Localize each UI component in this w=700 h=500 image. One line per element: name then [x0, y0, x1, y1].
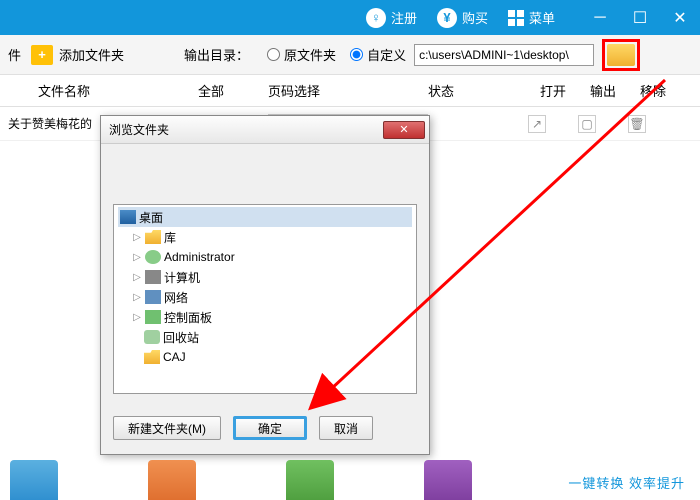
table-header: 文件名称 全部 页码选择 状态 打开 输出 移除	[0, 75, 700, 107]
library-icon	[145, 230, 161, 244]
toolbar: 件 + 添加文件夹 输出目录： 原文件夹 自定义	[0, 35, 700, 75]
radio-custom[interactable]	[350, 48, 363, 61]
category-icon-3[interactable]	[286, 460, 334, 500]
expand-icon[interactable]: ▷	[132, 272, 142, 283]
user-icon: ♀	[366, 8, 386, 28]
slogan-text: 一键转换 效率提升	[568, 473, 685, 492]
minimize-button[interactable]: ─	[580, 0, 620, 35]
grid-icon	[508, 10, 524, 26]
tree-admin[interactable]: ▷Administrator	[118, 247, 412, 267]
network-icon	[145, 290, 161, 304]
tree-recycle[interactable]: 回收站	[118, 327, 412, 347]
trash-icon[interactable]: 🗑	[628, 115, 646, 133]
category-icon-2[interactable]	[148, 460, 196, 500]
cancel-button[interactable]: 取消	[319, 416, 373, 440]
browse-folder-dialog: 浏览文件夹 ✕ 桌面 ▷库 ▷Administrator ▷计算机 ▷网络 ▷控…	[100, 115, 430, 455]
menu-button[interactable]: 菜单	[498, 0, 565, 35]
output-dir-label: 输出目录：	[184, 45, 249, 64]
col-remove: 移除	[628, 81, 678, 100]
buy-label: 购买	[462, 8, 488, 27]
computer-icon	[145, 270, 161, 284]
window-controls: ─ ☐ ✕	[580, 0, 700, 35]
dialog-close-button[interactable]: ✕	[383, 121, 425, 139]
dialog-title-text: 浏览文件夹	[109, 121, 169, 138]
category-icon-1[interactable]	[10, 460, 58, 500]
col-all: 全部	[198, 81, 268, 100]
desktop-icon	[120, 210, 136, 224]
radio-custom-label: 自定义	[367, 45, 406, 64]
tree-desktop[interactable]: 桌面	[118, 207, 412, 227]
menu-label: 菜单	[529, 8, 555, 27]
new-folder-button[interactable]: 新建文件夹(M)	[113, 416, 221, 440]
expand-icon[interactable]: ▷	[132, 312, 142, 323]
expand-icon[interactable]: ▷	[132, 292, 142, 303]
close-window-button[interactable]: ✕	[660, 0, 700, 35]
maximize-button[interactable]: ☐	[620, 0, 660, 35]
expand-icon[interactable]: ▷	[132, 232, 142, 243]
dialog-body: 桌面 ▷库 ▷Administrator ▷计算机 ▷网络 ▷控制面板 回收站 …	[101, 144, 429, 406]
tree-control[interactable]: ▷控制面板	[118, 307, 412, 327]
add-folder-label[interactable]: 添加文件夹	[59, 45, 124, 64]
open-icon[interactable]: ↗	[528, 115, 546, 133]
recycle-icon	[144, 330, 160, 344]
browse-button-highlight	[602, 39, 640, 71]
radio-original[interactable]	[267, 48, 280, 61]
output-icon[interactable]: ▢	[578, 115, 596, 133]
folder-tree[interactable]: 桌面 ▷库 ▷Administrator ▷计算机 ▷网络 ▷控制面板 回收站 …	[113, 204, 417, 394]
user-folder-icon	[145, 250, 161, 264]
tree-library[interactable]: ▷库	[118, 227, 412, 247]
expand-icon[interactable]: ▷	[132, 252, 142, 263]
col-page: 页码选择	[268, 81, 428, 100]
yen-icon: ¥	[437, 8, 457, 28]
browse-folder-button[interactable]	[607, 44, 635, 66]
control-panel-icon	[145, 310, 161, 324]
output-path-input[interactable]	[414, 44, 594, 66]
buy-button[interactable]: ¥ 购买	[427, 0, 498, 35]
ok-button[interactable]: 确定	[233, 416, 307, 440]
register-button[interactable]: ♀ 注册	[356, 0, 427, 35]
output-radio-group: 原文件夹 自定义	[257, 45, 406, 64]
tree-network[interactable]: ▷网络	[118, 287, 412, 307]
dialog-titlebar[interactable]: 浏览文件夹 ✕	[101, 116, 429, 144]
titlebar: ♀ 注册 ¥ 购买 菜单 ─ ☐ ✕	[0, 0, 700, 35]
col-filename: 文件名称	[8, 81, 198, 100]
folder-icon	[144, 350, 160, 364]
add-folder-icon[interactable]: +	[31, 45, 53, 65]
category-icon-4[interactable]	[424, 460, 472, 500]
col-open: 打开	[528, 81, 578, 100]
row-filename: 关于赞美梅花的	[8, 115, 108, 132]
col-output: 输出	[578, 81, 628, 100]
register-label: 注册	[391, 8, 417, 27]
toolbar-fragment: 件	[8, 45, 21, 64]
dialog-buttons: 新建文件夹(M) 确定 取消	[101, 406, 429, 450]
tree-computer[interactable]: ▷计算机	[118, 267, 412, 287]
col-status: 状态	[428, 81, 528, 100]
tree-caj[interactable]: CAJ	[118, 347, 412, 367]
radio-original-label: 原文件夹	[284, 45, 336, 64]
